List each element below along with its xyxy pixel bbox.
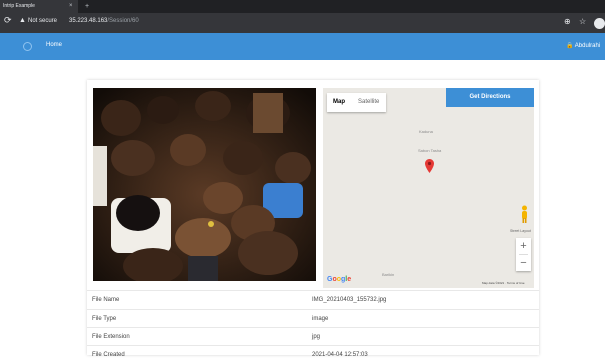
get-directions-button[interactable]: Get Directions <box>446 88 534 107</box>
security-label[interactable]: Not secure <box>28 18 57 24</box>
star-icon[interactable]: ☆ <box>579 17 586 26</box>
info-label: File Created <box>92 352 125 358</box>
browser-tab[interactable]: Intrip Example × <box>0 0 78 13</box>
info-label: File Name <box>92 297 120 303</box>
map-type-control: Map Satellite <box>327 93 386 112</box>
google-logo: Google <box>327 276 351 283</box>
app-navbar: Home 🔒 Abdulrahi <box>0 33 605 60</box>
info-value: 2021-04-04 12:57:03 <box>312 352 368 358</box>
location-pin-icon[interactable] <box>425 159 434 173</box>
pegman-icon[interactable] <box>520 205 529 224</box>
info-row-file-name: File Name IMG_20210403_155732.jpg <box>87 290 539 310</box>
profile-avatar[interactable] <box>594 18 605 29</box>
map-place-label: Barikin <box>382 272 395 277</box>
map-tab[interactable]: Map <box>333 99 345 105</box>
photo-image <box>93 88 316 281</box>
reload-icon[interactable]: ⟳ <box>4 15 12 26</box>
street-view-label: Street Layout <box>510 229 531 233</box>
info-value: jpg <box>312 334 321 340</box>
info-label: File Extension <box>92 334 130 340</box>
satellite-tab[interactable]: Satellite <box>358 99 379 105</box>
url-host: 35.223.48.163 <box>69 18 108 24</box>
info-value: IMG_20210403_155732.jpg <box>312 297 387 303</box>
new-tab-icon[interactable]: + <box>85 0 89 13</box>
uploaded-photo <box>93 88 316 281</box>
info-row-file-extension: File Extension jpg <box>87 327 539 347</box>
map-place-label: Sabon Tasha <box>418 148 442 153</box>
map-widget[interactable]: Map Satellite <box>323 88 534 288</box>
browser-toolbar: ⟳ ▲ Not secure 35.223.48.163/Session/60 … <box>0 13 605 33</box>
user-menu[interactable]: 🔒 Abdulrahi <box>566 42 600 49</box>
info-row-file-created: File Created 2021-04-04 12:57:03 <box>87 345 539 358</box>
url-path: /Session/60 <box>107 18 139 24</box>
zoom-in-button[interactable]: + <box>516 238 531 254</box>
info-row-file-type: File Type image <box>87 309 539 329</box>
search-icon[interactable]: ⊕ <box>564 17 571 26</box>
map-attribution[interactable]: Map data ©2021 · Terms of Use <box>482 281 525 285</box>
address-bar[interactable]: 35.223.48.163/Session/60 <box>69 18 139 24</box>
map-place-label: Kaduna <box>419 129 433 134</box>
info-value: image <box>312 316 329 322</box>
zoom-out-button[interactable]: − <box>516 255 531 271</box>
browser-tab-title: Intrip Example <box>3 3 35 9</box>
warning-icon[interactable]: ▲ <box>19 17 26 24</box>
info-label: File Type <box>92 316 117 322</box>
close-tab-icon[interactable]: × <box>69 0 73 13</box>
browser-tab-strip: Intrip Example × + <box>0 0 605 13</box>
zoom-control: + − <box>516 238 531 271</box>
nav-home-link[interactable]: Home <box>46 42 62 48</box>
logo-icon[interactable] <box>23 42 32 51</box>
google-logo-letter: e <box>347 276 352 283</box>
